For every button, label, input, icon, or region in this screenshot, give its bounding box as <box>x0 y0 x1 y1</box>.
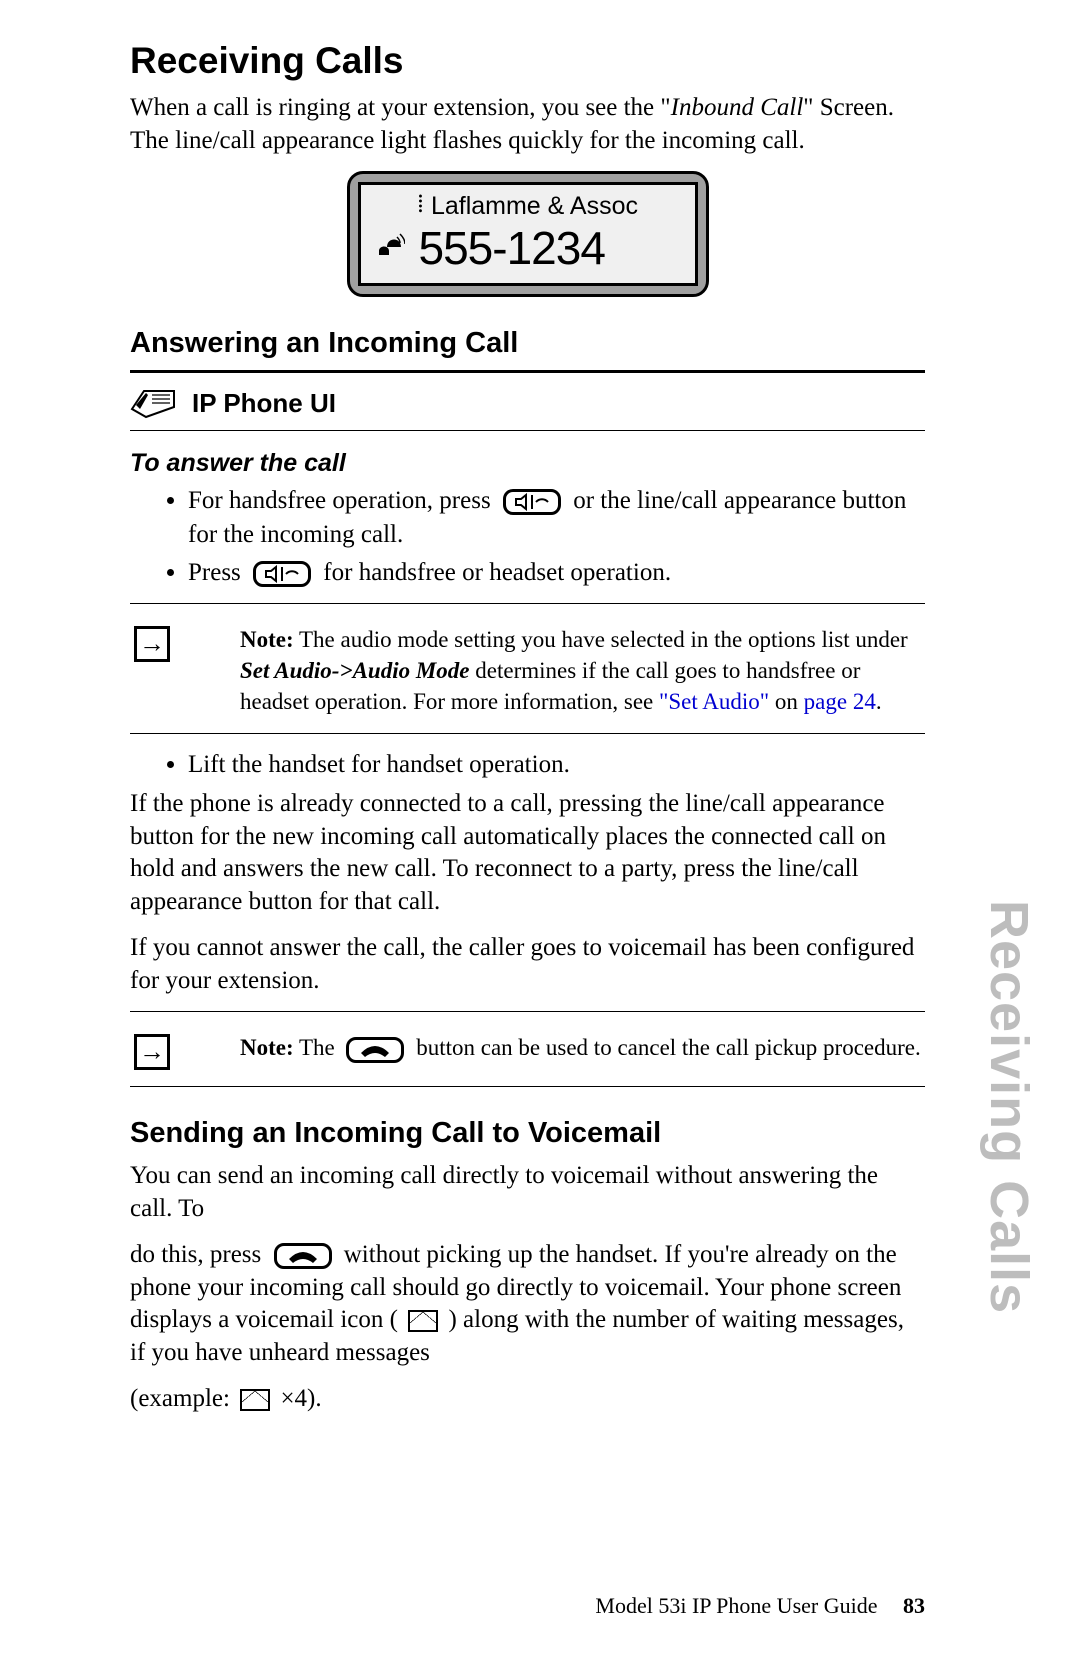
example-line: (example: ×4). <box>130 1383 925 1416</box>
goodbye-button-icon <box>274 1243 332 1269</box>
text: The audio mode setting you have selected… <box>294 627 908 652</box>
handset-ringing-icon <box>375 231 405 266</box>
rule <box>130 733 925 734</box>
hold-paragraph: If the phone is already connected to a c… <box>130 788 925 918</box>
list-item: Press for handsfree or headset operation… <box>188 556 925 590</box>
lcd-screen: ⁞ Laflamme & Assoc 555-1234 <box>358 182 698 286</box>
to-answer-heading: To answer the call <box>130 449 925 478</box>
text: ×4). <box>280 1385 321 1412</box>
text: Press <box>188 559 247 586</box>
inbound-call-em: Inbound Call <box>671 94 804 121</box>
speaker-handsfree-button-icon <box>503 489 561 515</box>
note-block: → Note: The audio mode setting you have … <box>130 618 925 719</box>
send-vm-p1: You can send an incoming call directly t… <box>130 1160 925 1225</box>
manual-page: Receiving Calls When a call is ringing a… <box>0 0 1080 1669</box>
voicemail-envelope-icon <box>408 1310 438 1332</box>
rule <box>130 1086 925 1087</box>
note-text: Note: The button can be used to cancel t… <box>200 1032 921 1063</box>
answer-steps-list: For handsfree operation, press or the li… <box>188 484 925 589</box>
list-item: For handsfree operation, press or the li… <box>188 484 925 552</box>
intro-paragraph: When a call is ringing at your extension… <box>130 92 925 157</box>
set-audio-link[interactable]: "Set Audio" <box>659 689 769 714</box>
page-24-link[interactable]: page 24 <box>804 689 876 714</box>
speaker-handsfree-button-icon <box>253 561 311 587</box>
note-text: Note: The audio mode setting you have se… <box>200 624 925 717</box>
phone-sketch-icon <box>130 383 176 424</box>
note-block: → Note: The button can be used to cancel… <box>130 1026 925 1072</box>
lcd-bezel: ⁞ Laflamme & Assoc 555-1234 <box>347 171 709 297</box>
voicemail-paragraph: If you cannot answer the call, the calle… <box>130 932 925 997</box>
page-footer: Model 53i IP Phone User Guide 83 <box>595 1593 925 1619</box>
text: do this, press <box>130 1241 268 1268</box>
text: When a call is ringing at your extension… <box>130 94 671 121</box>
emph: Set Audio->Audio Mode <box>240 658 470 683</box>
rule <box>130 1011 925 1012</box>
rule <box>130 430 925 431</box>
text: (example: <box>130 1385 236 1412</box>
text: The <box>294 1035 341 1060</box>
send-voicemail-heading: Sending an Incoming Call to Voicemail <box>130 1117 925 1150</box>
note-arrow-icon: → <box>134 626 170 662</box>
text: . <box>876 689 882 714</box>
lcd-number-row: 555-1234 <box>375 221 681 275</box>
ip-phone-ui-label: IP Phone UI <box>192 388 336 419</box>
goodbye-button-icon <box>346 1037 404 1063</box>
text: on <box>769 689 804 714</box>
text: for handsfree or headset operation. <box>323 559 671 586</box>
rule <box>130 603 925 604</box>
section-title: Receiving Calls <box>130 40 925 82</box>
text: For handsfree operation, press <box>188 487 497 514</box>
lcd-caller-name: ⁞ Laflamme & Assoc <box>375 191 681 221</box>
ip-phone-ui-row: IP Phone UI <box>130 373 925 430</box>
voicemail-envelope-icon <box>240 1389 270 1411</box>
text: button can be used to cancel the call pi… <box>416 1035 921 1060</box>
lcd-phone-number: 555-1234 <box>419 221 605 275</box>
note-label: Note: <box>240 1035 294 1060</box>
note-arrow-icon: → <box>134 1034 170 1070</box>
page-number: 83 <box>903 1593 925 1618</box>
note-label: Note: <box>240 627 294 652</box>
answer-steps-list-2: Lift the handset for handset operation. <box>188 748 925 782</box>
answering-heading: Answering an Incoming Call <box>130 327 925 360</box>
list-item: Lift the handset for handset operation. <box>188 748 925 782</box>
footer-guide-name: Model 53i IP Phone User Guide <box>595 1593 877 1618</box>
side-tab-title: Receiving Calls <box>978 900 1040 1314</box>
send-vm-p2: do this, press without picking up the ha… <box>130 1239 925 1369</box>
lcd-illustration: ⁞ Laflamme & Assoc 555-1234 <box>130 171 925 297</box>
